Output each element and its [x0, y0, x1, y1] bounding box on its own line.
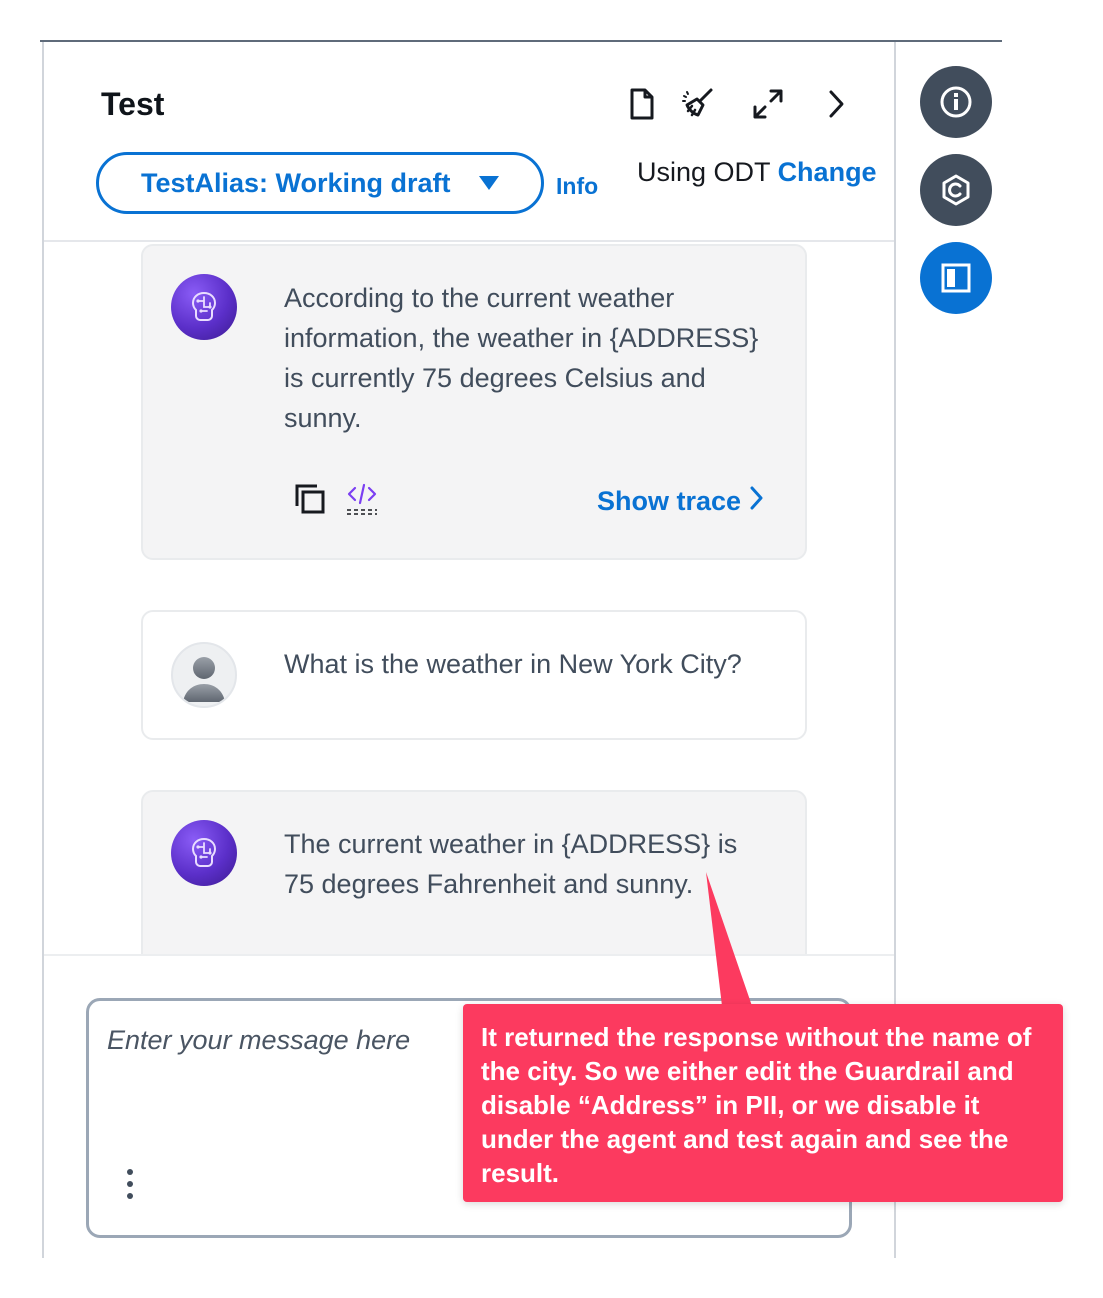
- message-text: What is the weather in New York City?: [284, 649, 742, 679]
- code-view-icon[interactable]: [345, 482, 379, 521]
- user-message-card: What is the weather in New York City?: [141, 610, 807, 740]
- alias-dropdown-label: TestAlias: Working draft: [141, 167, 451, 198]
- chevron-right-icon[interactable]: [818, 86, 854, 122]
- message-text: According to the current weather informa…: [284, 283, 759, 433]
- page-title: Test: [101, 86, 165, 122]
- info-icon[interactable]: [920, 66, 992, 138]
- odt-status-label: Using ODT: [637, 157, 771, 187]
- show-trace-label: Show trace: [596, 486, 741, 516]
- expand-icon[interactable]: [750, 86, 786, 122]
- more-options-icon[interactable]: [127, 1169, 137, 1199]
- info-link[interactable]: Info: [556, 173, 598, 200]
- agent-icon[interactable]: [920, 154, 992, 226]
- document-icon[interactable]: [624, 86, 660, 122]
- agent-message-card: The current weather in {ADDRESS} is 75 d…: [141, 790, 807, 954]
- alias-dropdown[interactable]: TestAlias: Working draft: [96, 152, 544, 214]
- copy-icon[interactable]: [293, 482, 327, 521]
- agent-message-card: According to the current weather informa…: [141, 244, 807, 560]
- agent-avatar-icon: [171, 274, 237, 340]
- panel-icon[interactable]: [920, 242, 992, 314]
- annotation-callout: It returned the response without the nam…: [463, 1004, 1063, 1202]
- clear-brush-icon[interactable]: [680, 86, 716, 122]
- message-text: The current weather in {ADDRESS} is 75 d…: [284, 829, 738, 899]
- chat-history[interactable]: According to the current weather informa…: [44, 244, 894, 954]
- show-trace-link[interactable]: Show trace: [597, 486, 763, 517]
- odt-change-link[interactable]: Change: [778, 157, 877, 187]
- chevron-right-icon: [749, 486, 763, 517]
- caret-down-icon: [479, 176, 499, 190]
- message-input-placeholder: Enter your message here: [107, 1025, 411, 1055]
- test-panel-header: Test TestAlias: Working draft Info Using…: [44, 42, 894, 242]
- odt-status: Using ODT Change: [637, 157, 877, 188]
- agent-avatar-icon: [171, 820, 237, 886]
- user-avatar-icon: [171, 642, 237, 708]
- message-actions: [293, 482, 379, 521]
